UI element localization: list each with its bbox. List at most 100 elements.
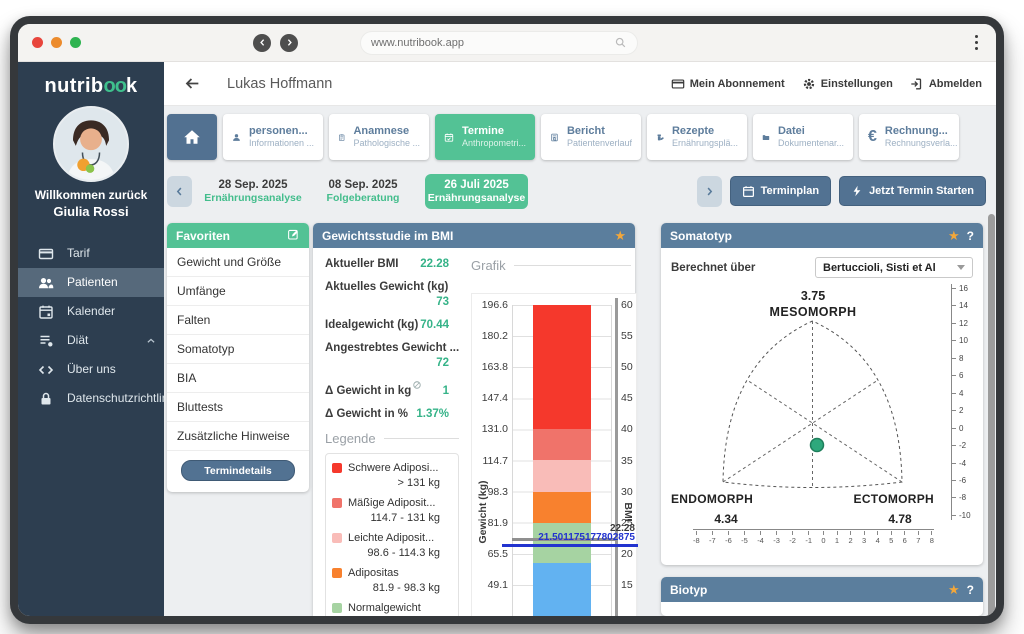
- fav-item-somatotyp[interactable]: Somatotyp: [167, 335, 309, 364]
- bar-segment: [533, 492, 591, 523]
- browser-menu-button[interactable]: [975, 35, 978, 50]
- somatotype-header: Somatotyp ★ ?: [661, 223, 983, 248]
- welcome-text: Willkommen zurück: [18, 188, 164, 202]
- mesomorph-label: MESOMORPH: [661, 305, 965, 319]
- appointment-item[interactable]: 28 Sep. 2025 Ernährungsanalyse: [198, 178, 308, 205]
- window-controls[interactable]: [32, 37, 81, 48]
- favorites-header: Favoriten: [167, 223, 309, 248]
- tab-bericht[interactable]: BerichtPatientenverlauf: [541, 114, 641, 160]
- clipboard-icon: [338, 128, 345, 147]
- tab-personendaten[interactable]: personen...Informationen ...: [223, 114, 323, 160]
- user-name: Giulia Rossi: [18, 204, 164, 219]
- sidebar-item-diaet[interactable]: Diät: [18, 326, 164, 355]
- close-window-button[interactable]: [32, 37, 43, 48]
- prev-appointments-button[interactable]: [167, 176, 192, 207]
- somatotype-title: Somatotyp: [670, 229, 732, 243]
- tab-termine[interactable]: TermineAnthropometri...: [435, 114, 535, 160]
- metric-row: Angestrebtes Gewicht ... 72: [325, 342, 449, 369]
- bmi-axis-ticks: 60555045403530252015: [621, 299, 638, 591]
- bmi-panel: Gewichtsstudie im BMI ★ Aktueller BMI 22…: [313, 223, 635, 616]
- browser-forward-button[interactable]: [280, 34, 298, 52]
- calendar-check-icon: [444, 128, 454, 147]
- legend-swatch: [332, 463, 342, 473]
- card-icon: [671, 77, 685, 91]
- termindetails-button[interactable]: Termindetails: [181, 460, 295, 481]
- chevron-left-icon: [174, 186, 185, 197]
- fav-item-gewicht[interactable]: Gewicht und Größe: [167, 248, 309, 277]
- biotype-header: Biotyp ★ ?: [661, 577, 983, 602]
- scrollbar[interactable]: [988, 214, 995, 616]
- subscription-button[interactable]: Mein Abonnement: [671, 77, 785, 91]
- appointment-item[interactable]: 08 Sep. 2025 Folgeberatung: [308, 178, 418, 205]
- bar-segment: [533, 305, 591, 429]
- favorite-star-icon[interactable]: ★: [614, 228, 626, 244]
- tab-home[interactable]: [167, 114, 217, 160]
- somatotype-panel: Somatotyp ★ ? Berechnet über Bertuccioli…: [661, 223, 983, 565]
- patient-name: Lukas Hoffmann: [227, 76, 332, 92]
- tab-anamnese[interactable]: AnamnesePathologische ...: [329, 114, 429, 160]
- metric-row: Aktuelles Gewicht (kg) 73: [325, 281, 449, 308]
- window-frame: www.nutribook.app nutribook Willkommen: [10, 16, 1004, 624]
- avatar: [53, 106, 129, 182]
- edit-icon[interactable]: [287, 228, 300, 241]
- appointment-item-selected[interactable]: 26 Juli 2025 Ernährungsanalyse: [425, 174, 528, 209]
- person-icon: [232, 128, 241, 147]
- logout-icon: [910, 77, 924, 91]
- tab-rechnung[interactable]: € Rechnung...Rechnungsverla...: [859, 114, 959, 160]
- sidebar-item-tarif[interactable]: Tarif: [18, 239, 164, 268]
- help-icon[interactable]: ?: [967, 583, 974, 597]
- tab-datei[interactable]: DateiDokumentenar...: [753, 114, 853, 160]
- ideal-bmi-line: [502, 544, 638, 547]
- chevron-right-icon: [704, 186, 715, 197]
- start-termin-button[interactable]: Jetzt Termin Starten: [839, 176, 986, 206]
- tab-bar: personen...Informationen ... AnamnesePat…: [167, 114, 986, 160]
- logout-button[interactable]: Abmelden: [910, 77, 982, 91]
- legend-item: Leichte Adiposit... 98.6 - 114.3 kg: [332, 532, 452, 559]
- info-icon[interactable]: [413, 381, 421, 389]
- bmi-panel-title: Gewichtsstudie im BMI: [322, 229, 453, 243]
- address-bar[interactable]: www.nutribook.app: [360, 31, 638, 55]
- calendar-icon: [742, 185, 755, 198]
- bmi-plot-area: [512, 305, 612, 616]
- bmi-panel-header: Gewichtsstudie im BMI ★: [313, 223, 635, 248]
- biotype-panel: Biotyp ★ ?: [661, 577, 983, 616]
- minimize-window-button[interactable]: [51, 37, 62, 48]
- metric-row: Δ Gewicht in % 1.37%: [325, 408, 449, 420]
- tab-rezepte[interactable]: RezepteErnährungsplä...: [647, 114, 747, 160]
- fav-item-falten[interactable]: Falten: [167, 306, 309, 335]
- fav-item-umfaenge[interactable]: Umfänge: [167, 277, 309, 306]
- legend-item: Adipositas 81.9 - 98.3 kg: [332, 567, 452, 594]
- favorite-star-icon[interactable]: ★: [948, 582, 960, 598]
- help-icon[interactable]: ?: [967, 229, 974, 243]
- calendar-icon: [38, 304, 54, 320]
- lightning-icon: [851, 185, 863, 197]
- terminplan-button[interactable]: Terminplan: [730, 176, 831, 206]
- method-select[interactable]: Bertuccioli, Sisti et Al: [815, 257, 973, 278]
- metric-row: Idealgewicht (kg) 70.44: [325, 319, 449, 331]
- fav-item-hinweise[interactable]: Zusätzliche Hinweise: [167, 422, 309, 451]
- chevron-left-icon: [258, 38, 267, 47]
- sidebar-item-patienten[interactable]: Patienten: [18, 268, 164, 297]
- back-arrow-icon[interactable]: [184, 75, 201, 92]
- ectomorph-label: ECTOMORPH: [854, 492, 934, 506]
- fav-item-bia[interactable]: BIA: [167, 364, 309, 393]
- doctor-photo: [55, 108, 127, 180]
- browser-back-button[interactable]: [253, 34, 271, 52]
- favorite-star-icon[interactable]: ★: [948, 228, 960, 244]
- sidebar-item-datenschutz[interactable]: Datenschutzrichtlinie: [18, 384, 164, 413]
- sidebar-item-ueber-uns[interactable]: Über uns: [18, 355, 164, 384]
- sidebar-item-kalender[interactable]: Kalender: [18, 297, 164, 326]
- bmi-stacked-bar: [533, 305, 591, 616]
- bmi-chart: 196.6180.2163.8147.4131.0114.798.381.965…: [471, 293, 637, 616]
- maximize-window-button[interactable]: [70, 37, 81, 48]
- chevron-up-icon: [146, 336, 156, 346]
- somatotype-triangle: [721, 319, 904, 491]
- fav-item-bluttests[interactable]: Bluttests: [167, 393, 309, 422]
- main-area: Lukas Hoffmann Mein Abonnement Einstellu…: [164, 62, 996, 616]
- computed-over-label: Berechnet über: [671, 262, 755, 274]
- legend-item: Mäßige Adiposit... 114.7 - 131 kg: [332, 497, 452, 524]
- next-appointments-button[interactable]: [697, 176, 722, 207]
- appointments-row: 28 Sep. 2025 Ernährungsanalyse 08 Sep. 2…: [167, 172, 986, 210]
- chevron-right-icon: [285, 38, 294, 47]
- settings-button[interactable]: Einstellungen: [802, 77, 893, 91]
